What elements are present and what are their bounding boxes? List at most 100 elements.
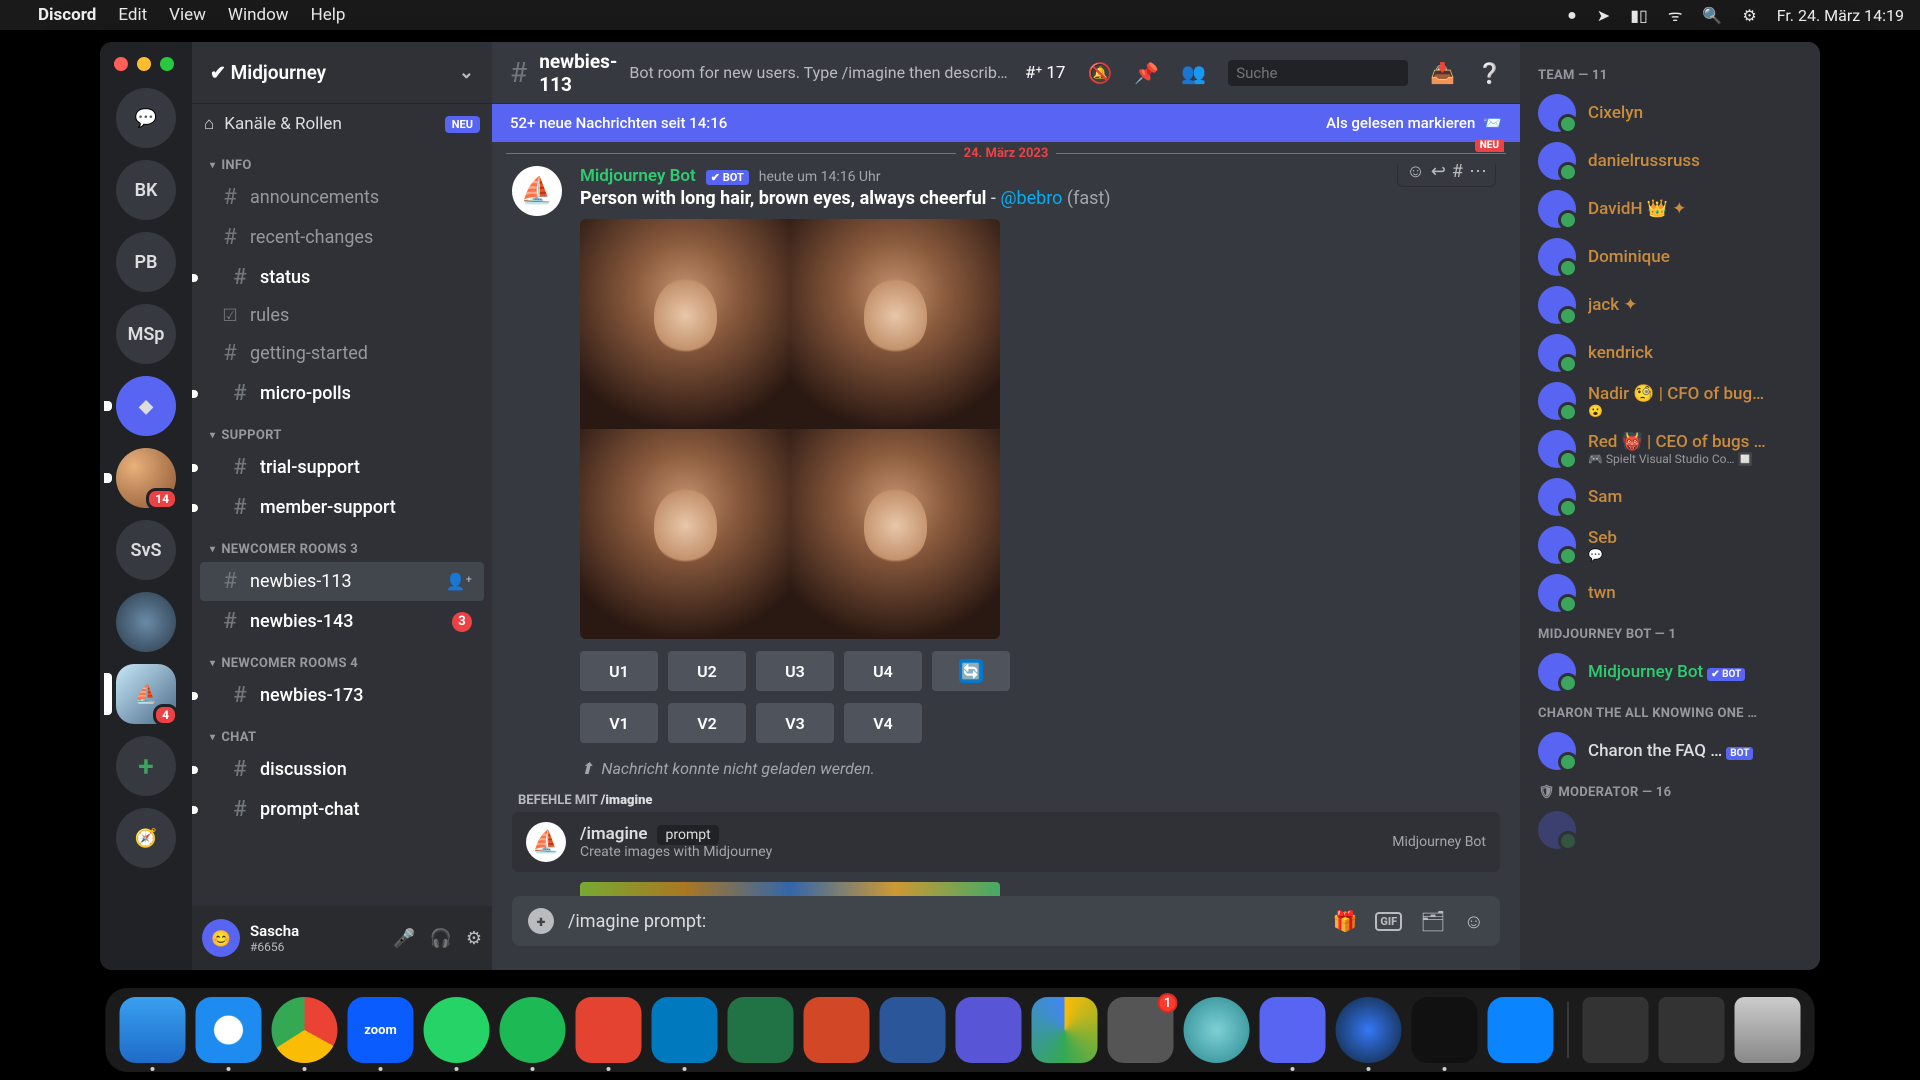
dock-word[interactable]	[880, 997, 946, 1063]
menu-view[interactable]: View	[169, 5, 206, 25]
dock-chrome[interactable]	[272, 997, 338, 1063]
channel-discussion[interactable]: #discussion	[200, 750, 484, 789]
v3-button[interactable]: V3	[756, 703, 834, 743]
sticker-icon[interactable]: 🗂	[1420, 909, 1445, 933]
dock-settings[interactable]: 1	[1108, 997, 1174, 1063]
server-boat[interactable]: ⛵4	[116, 664, 176, 724]
command-suggestion[interactable]: ⛵ /imagine prompt Create images with Mid…	[512, 812, 1500, 872]
channels-roles[interactable]: ⌂ Kanäle & Rollen NEU	[192, 104, 492, 144]
member-row[interactable]: twn	[1530, 569, 1810, 617]
dock-trello[interactable]	[652, 997, 718, 1063]
member-row[interactable]: Cixelyn	[1530, 89, 1810, 137]
reply-icon[interactable]: ↩	[1431, 164, 1446, 182]
wifi-icon[interactable]: ᯤ	[1668, 4, 1683, 26]
server-svs[interactable]: SvS	[116, 520, 176, 580]
minimize-button[interactable]	[137, 57, 151, 71]
menu-edit[interactable]: Edit	[118, 5, 147, 25]
dock-quicktime[interactable]	[1336, 997, 1402, 1063]
category[interactable]: NEWCOMER ROOMS 3	[192, 528, 492, 561]
member-row[interactable]: Dominique	[1530, 233, 1810, 281]
pins-icon[interactable]: 📌	[1134, 61, 1159, 85]
add-person-icon[interactable]: 👤⁺	[446, 572, 472, 591]
search-box[interactable]: 🔍	[1228, 60, 1408, 86]
dock-appstore[interactable]	[1488, 997, 1554, 1063]
battery-icon[interactable]: ▮▯	[1630, 6, 1648, 25]
add-server-button[interactable]: +	[116, 736, 176, 796]
close-button[interactable]	[114, 57, 128, 71]
server-bk[interactable]: BK	[116, 160, 176, 220]
reroll-button[interactable]: 🔄	[932, 651, 1010, 691]
server-cube[interactable]: ◆	[116, 376, 176, 436]
dock-folder2[interactable]	[1659, 997, 1725, 1063]
dock-powerpoint[interactable]	[804, 997, 870, 1063]
channel-member-support[interactable]: #member-support	[200, 488, 484, 527]
server-msp[interactable]: MSp	[116, 304, 176, 364]
category[interactable]: NEWCOMER ROOMS 4	[192, 642, 492, 675]
mute-icon[interactable]: 🎤	[393, 928, 415, 949]
dock-trash[interactable]	[1735, 997, 1801, 1063]
inbox-icon[interactable]: 📥	[1430, 61, 1455, 85]
member-row[interactable]: Sam	[1530, 473, 1810, 521]
dock-excel[interactable]	[728, 997, 794, 1063]
member-mod[interactable]	[1530, 806, 1810, 854]
emoji-icon[interactable]: ☺	[1464, 909, 1484, 934]
dock-discord[interactable]	[1260, 997, 1326, 1063]
location-icon[interactable]: ➤	[1597, 6, 1610, 25]
member-row[interactable]: Nadir 🧐 | CFO of bug…😮	[1530, 377, 1810, 425]
channel-newbies-143[interactable]: #newbies-1433	[200, 602, 484, 641]
member-row[interactable]: jack ✦	[1530, 281, 1810, 329]
member-row[interactable]: danielrussruss	[1530, 137, 1810, 185]
zoom-button[interactable]	[160, 57, 174, 71]
image-grid[interactable]	[580, 219, 1000, 639]
member-row[interactable]: kendrick	[1530, 329, 1810, 377]
channel-prompt-chat[interactable]: #prompt-chat	[200, 790, 484, 829]
app-name[interactable]: Discord	[38, 5, 96, 25]
member-row[interactable]: Seb💬	[1530, 521, 1810, 569]
dock-spotify[interactable]	[500, 997, 566, 1063]
deafen-icon[interactable]: 🎧	[429, 928, 451, 949]
member-charon[interactable]: Charon the FAQ …BOT	[1530, 727, 1810, 775]
u2-button[interactable]: U2	[668, 651, 746, 691]
u1-button[interactable]: U1	[580, 651, 658, 691]
dock-folder1[interactable]	[1583, 997, 1649, 1063]
dock-finder[interactable]	[120, 997, 186, 1063]
category[interactable]: CHAT	[192, 716, 492, 749]
dock-circle[interactable]	[1184, 997, 1250, 1063]
v2-button[interactable]: V2	[668, 703, 746, 743]
explore-button[interactable]: 🧭	[116, 808, 176, 868]
channel-recent-changes[interactable]: #recent-changes	[200, 218, 484, 257]
channel-newbies-173[interactable]: #newbies-173	[200, 676, 484, 715]
v1-button[interactable]: V1	[580, 703, 658, 743]
menu-window[interactable]: Window	[228, 5, 289, 25]
message-author[interactable]: Midjourney Bot	[580, 166, 696, 186]
dock-imovie[interactable]	[956, 997, 1022, 1063]
new-messages-banner[interactable]: 52+ neue Nachrichten seit 14:16 Als gele…	[492, 104, 1520, 142]
attach-button[interactable]: +	[528, 908, 554, 934]
u3-button[interactable]: U3	[756, 651, 834, 691]
thread-icon[interactable]: #	[1452, 164, 1463, 182]
image-2[interactable]	[790, 219, 1000, 429]
dock-todoist[interactable]	[576, 997, 642, 1063]
server-header[interactable]: ✔ Midjourney ⌄	[192, 42, 492, 104]
members-icon[interactable]: 👥	[1181, 61, 1206, 85]
control-center-icon[interactable]: ⚙	[1742, 6, 1756, 25]
channel-newbies-113[interactable]: #newbies-113👤⁺	[200, 562, 484, 601]
search-input[interactable]	[1236, 64, 1435, 82]
message-input[interactable]: /imagine prompt:	[568, 911, 1318, 932]
category[interactable]: INFO	[192, 144, 492, 177]
channel-announcements[interactable]: #announcements	[200, 178, 484, 217]
spotlight-icon[interactable]: 🔍	[1702, 6, 1722, 25]
dock-whatsapp[interactable]	[424, 997, 490, 1063]
more-icon[interactable]: ⋯	[1469, 164, 1487, 182]
help-icon[interactable]: ❔	[1477, 61, 1502, 85]
reaction-icon[interactable]: ☺	[1406, 164, 1424, 182]
dock-voice[interactable]	[1412, 997, 1478, 1063]
channel-getting-started[interactable]: #getting-started	[200, 334, 484, 373]
notifications-icon[interactable]: 🔕	[1087, 61, 1112, 85]
u4-button[interactable]: U4	[844, 651, 922, 691]
image-3[interactable]	[580, 429, 790, 639]
mark-read-button[interactable]: Als gelesen markieren 📨	[1326, 114, 1502, 132]
member-mjbot[interactable]: Midjourney Bot✔ BOT	[1530, 648, 1810, 696]
channel-status[interactable]: #status	[200, 258, 484, 297]
home-button[interactable]: 💬	[116, 88, 176, 148]
